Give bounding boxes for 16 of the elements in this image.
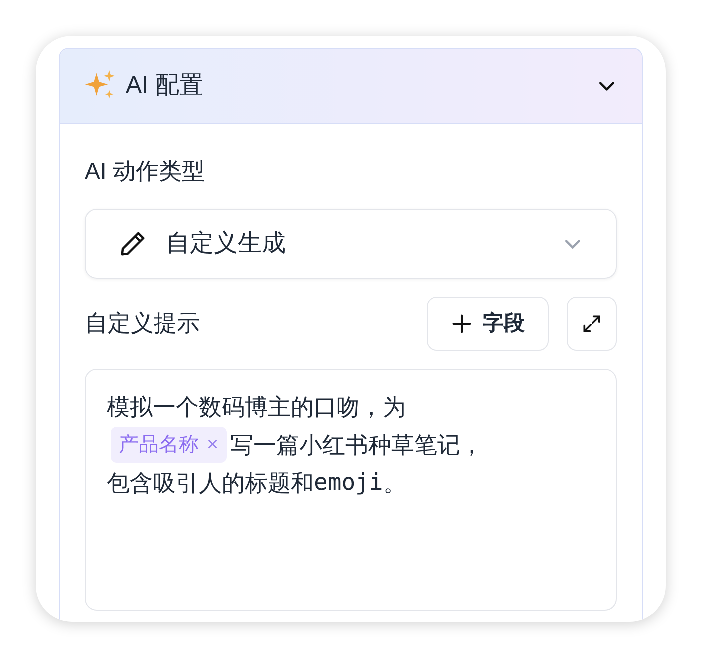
prompt-text: 模拟一个数码博主的口吻，为 <box>107 392 406 422</box>
field-label: AI 动作类型 <box>85 157 206 186</box>
panel-title: AI 配置 <box>126 71 204 101</box>
plus-icon <box>451 312 473 334</box>
prompt-text: 包含吸引人的标题和 <box>107 468 314 498</box>
action-type-select[interactable]: 自定义生成 <box>85 208 617 278</box>
expand-button[interactable] <box>567 296 617 350</box>
panel-header[interactable]: AI 配置 <box>60 49 642 124</box>
prompt-text: 写一篇小红书种草笔记， <box>230 430 484 460</box>
select-value: 自定义生成 <box>166 228 286 258</box>
expand-icon <box>581 312 603 334</box>
prompt-text: emoji <box>314 468 384 498</box>
chip-label: 产品名称 <box>119 432 199 458</box>
add-field-button[interactable]: 字段 <box>427 296 549 350</box>
prompt-text: 。 <box>383 468 406 498</box>
field-label: 自定义提示 <box>85 309 200 338</box>
